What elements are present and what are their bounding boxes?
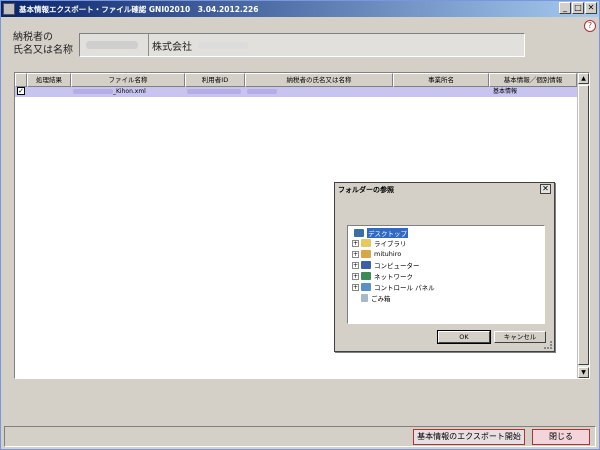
app-icon [3, 3, 15, 15]
expand-icon[interactable]: + [352, 250, 359, 258]
taxpayer-name-field: 株式会社 [79, 33, 525, 57]
tree-item-label: コンピューター [374, 262, 420, 270]
filename-text: _Kihon.xml [113, 88, 146, 95]
taxpayer-label-line1: 納税者の [13, 32, 53, 43]
column-header-office-name[interactable]: 事業所名 [393, 73, 489, 87]
cancel-button[interactable]: キャンセル [494, 331, 546, 343]
tree-item-recycle-bin[interactable]: ごみ箱 [361, 293, 391, 303]
tree-item-label: mituhiro [374, 250, 402, 258]
network-icon [361, 272, 371, 280]
row-check-cell[interactable]: ✓ [15, 87, 27, 97]
scroll-down-icon[interactable]: ▼ [578, 367, 589, 378]
taxpayer-label-line2: 氏名又は名称 [13, 45, 73, 56]
close-window-button[interactable]: ✕ [585, 2, 597, 14]
tree-item-user[interactable]: + mituhiro [352, 249, 401, 259]
expand-icon[interactable]: + [352, 283, 359, 291]
column-header-result[interactable]: 処理結果 [27, 73, 71, 87]
user-folder-icon [361, 250, 371, 258]
tree-item-label: デスクトップ [367, 228, 408, 238]
desktop-icon [354, 229, 364, 237]
window-title: 基本情報エクスポート・ファイル確認 GNI02010 3.04.2012.226 [19, 4, 259, 14]
dialog-close-button[interactable]: ✕ [540, 184, 551, 194]
tree-item-label: ごみ箱 [371, 295, 391, 303]
tree-item-label: コントロール パネル [374, 284, 435, 292]
recycle-bin-icon [361, 294, 368, 302]
user-id-cell [185, 87, 245, 97]
help-icon[interactable]: ? [584, 20, 596, 32]
export-start-button[interactable]: 基本情報のエクスポート開始 [413, 429, 525, 445]
tree-item-library[interactable]: + ライブラリ [352, 238, 407, 248]
tree-item-label: ライブラリ [374, 240, 407, 248]
close-button[interactable]: 閉じる [532, 429, 590, 445]
row-checkbox[interactable]: ✓ [17, 87, 25, 95]
tree-item-network[interactable]: + ネットワーク [352, 271, 413, 281]
tree-item-control-panel[interactable]: + コントロール パネル [352, 282, 435, 292]
expand-icon[interactable]: + [352, 239, 359, 247]
ok-button[interactable]: OK [437, 330, 491, 344]
redacted-text [187, 89, 241, 94]
office-name-cell [393, 87, 489, 97]
expand-icon[interactable]: + [352, 261, 359, 269]
list-header: 処理結果 ファイル名称 利用者ID 納税者の氏名又は名称 事業所名 基本情報／個… [15, 73, 577, 87]
scroll-thumb[interactable] [578, 85, 589, 365]
scroll-up-icon[interactable]: ▲ [578, 73, 589, 84]
tree-item-desktop[interactable]: デスクトップ [354, 228, 408, 238]
tree-item-computer[interactable]: + コンピューター [352, 260, 420, 270]
window-controls: _ □ ✕ [559, 2, 597, 14]
expand-icon[interactable]: + [352, 272, 359, 280]
filename-cell: _Kihon.xml [71, 87, 185, 97]
redacted-text [198, 41, 248, 49]
taxpayer-label: 納税者の 氏名又は名称 [13, 31, 73, 57]
column-header-user-id[interactable]: 利用者ID [185, 73, 245, 87]
computer-icon [361, 261, 371, 269]
resize-grip-icon[interactable] [544, 341, 552, 349]
taxpayer-name: 株式会社 [152, 41, 192, 53]
title-bar[interactable]: 基本情報エクスポート・ファイル確認 GNI02010 3.04.2012.226… [1, 1, 599, 17]
column-header-check[interactable] [15, 73, 27, 87]
redacted-text [247, 89, 277, 94]
minimize-button[interactable]: _ [559, 2, 571, 14]
main-window: 基本情報エクスポート・ファイル確認 GNI02010 3.04.2012.226… [0, 0, 600, 450]
column-header-taxpayer-name[interactable]: 納税者の氏名又は名称 [245, 73, 393, 87]
result-cell [27, 87, 71, 97]
column-header-info-type[interactable]: 基本情報／個別情報 [489, 73, 577, 87]
dialog-title-bar[interactable]: フォルダーの参照 ✕ [335, 183, 554, 196]
vertical-scrollbar[interactable]: ▲ ▼ [577, 73, 589, 378]
redacted-text [86, 41, 138, 49]
taxpayer-name-cell [245, 87, 393, 97]
info-type-cell: 基本情報 [493, 88, 518, 95]
folder-tree[interactable]: デスクトップ + ライブラリ + mituhiro + コンピューター + ネッ… [347, 225, 545, 324]
dialog-title: フォルダーの参照 [338, 185, 394, 194]
table-row[interactable]: ✓ _Kihon.xml 基本情報 [15, 87, 577, 97]
tree-item-label: ネットワーク [374, 273, 413, 281]
control-panel-icon [361, 283, 371, 291]
field-divider [148, 34, 149, 56]
library-icon [361, 239, 371, 247]
folder-browse-dialog: フォルダーの参照 ✕ デスクトップ + ライブラリ + mituhiro + コ… [334, 182, 555, 352]
maximize-button[interactable]: □ [572, 2, 584, 14]
column-header-filename[interactable]: ファイル名称 [71, 73, 185, 87]
redacted-text [73, 89, 113, 94]
